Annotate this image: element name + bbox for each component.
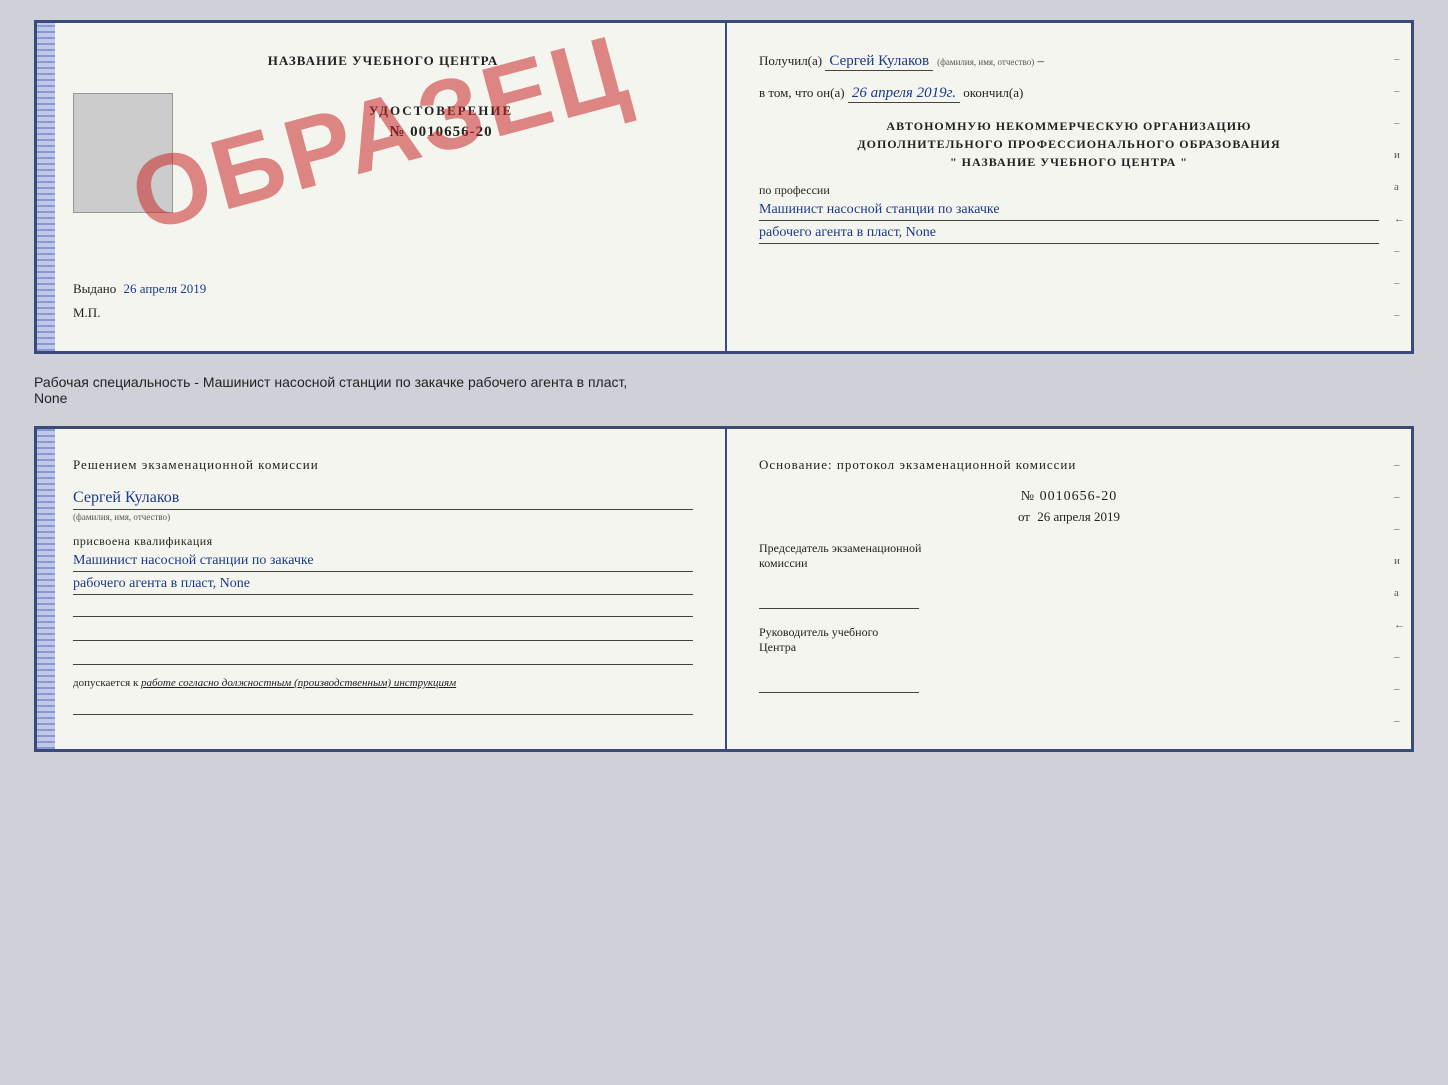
bdash3: –: [1394, 523, 1405, 535]
top-certificate-spread: НАЗВАНИЕ УЧЕБНОГО ЦЕНТРА УДОСТОВЕРЕНИЕ №…: [34, 20, 1414, 354]
cert-right-panel: Получил(а) Сергей Кулаков (фамилия, имя,…: [727, 23, 1411, 351]
received-label: Получил(а): [759, 53, 822, 69]
bdash7: –: [1394, 651, 1405, 663]
blank-line-1: [73, 599, 693, 617]
chairman-block: Председатель экзаменационной комиссии: [759, 541, 1379, 609]
org-line3: " НАЗВАНИЕ УЧЕБНОГО ЦЕНТРА ": [759, 153, 1379, 171]
received-line: Получил(а) Сергей Кулаков (фамилия, имя,…: [759, 53, 1379, 71]
head-label: Руководитель учебного Центра: [759, 625, 1379, 655]
protocol-date-value: 26 апреля 2019: [1037, 509, 1120, 524]
org-block: АВТОНОМНУЮ НЕКОММЕРЧЕСКУЮ ОРГАНИЗАЦИЮ ДО…: [759, 117, 1379, 171]
right-dashes-top: – – – и а ← – – –: [1394, 53, 1405, 321]
chairman-label1: Председатель экзаменационной: [759, 541, 921, 555]
photo-placeholder: [73, 93, 173, 213]
date-prefix: от: [1018, 509, 1030, 524]
dash7: –: [1394, 245, 1405, 257]
head-block: Руководитель учебного Центра: [759, 625, 1379, 693]
qualification-label: присвоена квалификация: [73, 534, 693, 549]
bottom-certificate-spread: Решением экзаменационной комиссии Сергей…: [34, 426, 1414, 752]
head-label2: Центра: [759, 640, 796, 654]
inner-qual-line2: рабочего агента в пласт, None: [73, 576, 693, 595]
name-hint-top: (фамилия, имя, отчество): [937, 57, 1034, 67]
profession-line2: рабочего агента в пласт, None: [759, 225, 1379, 244]
blank-line-3: [73, 647, 693, 665]
org-line2: ДОПОЛНИТЕЛЬНОГО ПРОФЕССИОНАЛЬНОГО ОБРАЗО…: [759, 135, 1379, 153]
org-line1: АВТОНОМНУЮ НЕКОММЕРЧЕСКУЮ ОРГАНИЗАЦИЮ: [759, 117, 1379, 135]
chairman-label: Председатель экзаменационной комиссии: [759, 541, 1379, 571]
head-label1: Руководитель учебного: [759, 625, 878, 639]
cert-issued-line: Выдано 26 апреля 2019: [73, 281, 693, 297]
mp-label: М.П.: [73, 305, 693, 321]
caption-block: Рабочая специальность - Машинист насосно…: [34, 370, 1414, 410]
cert-school-title: НАЗВАНИЕ УЧЕБНОГО ЦЕНТРА: [73, 53, 693, 69]
date-value: 26 апреля 2019г.: [848, 85, 960, 103]
basis-label: Основание: протокол экзаменационной коми…: [759, 457, 1379, 473]
dash3: –: [1394, 117, 1405, 129]
inner-right-panel: Основание: протокол экзаменационной коми…: [727, 429, 1411, 749]
dash9: –: [1394, 309, 1405, 321]
bdash6: ←: [1394, 619, 1405, 631]
dash1: –: [1394, 53, 1405, 65]
finished-label: окончил(а): [963, 85, 1023, 101]
profession-label: по профессии: [759, 183, 1379, 198]
issued-label: Выдано: [73, 281, 116, 296]
bottom-blank-line: [73, 697, 693, 715]
received-name: Сергей Кулаков: [825, 53, 933, 71]
allows-label: допускается к: [73, 677, 138, 689]
blank-line-2: [73, 623, 693, 641]
allows-work-block: допускается к работе согласно должностны…: [73, 677, 693, 689]
allows-text: работе согласно должностным (производств…: [141, 677, 456, 689]
dash4: и: [1394, 149, 1405, 161]
profession-line1: Машинист насосной станции по закачке: [759, 202, 1379, 221]
right-dashes-bottom: – – – и а ← – – –: [1394, 459, 1405, 727]
decision-label: Решением экзаменационной комиссии: [73, 457, 693, 473]
cert-number: № 0010656-20: [389, 124, 492, 140]
inner-left-panel: Решением экзаменационной комиссии Сергей…: [37, 429, 727, 749]
in-that-label: в том, что он(а): [759, 85, 845, 101]
protocol-number: № 0010656-20: [759, 489, 1379, 505]
chairman-label2: комиссии: [759, 556, 808, 570]
bdash9: –: [1394, 715, 1405, 727]
inner-name-hint: (фамилия, имя, отчество): [73, 512, 693, 522]
chairman-sig-line: [759, 591, 919, 609]
issued-date: 26 апреля 2019: [124, 281, 207, 296]
inner-qual-line1: Машинист насосной станции по закачке: [73, 553, 693, 572]
date-line: в том, что он(а) 26 апреля 2019г. окончи…: [759, 85, 1379, 103]
bdash1: –: [1394, 459, 1405, 471]
bdash5: а: [1394, 587, 1405, 599]
cert-document-label: УДОСТОВЕРЕНИЕ: [189, 103, 693, 119]
head-sig-line: [759, 675, 919, 693]
dash2: –: [1394, 85, 1405, 97]
protocol-date-line: от 26 апреля 2019: [759, 509, 1379, 525]
caption-text1: Рабочая специальность - Машинист насосно…: [34, 374, 1414, 390]
bdash4: и: [1394, 555, 1405, 567]
caption-text2: None: [34, 390, 1414, 406]
dash5: а: [1394, 181, 1405, 193]
inner-person-name: Сергей Кулаков: [73, 489, 693, 510]
bdash2: –: [1394, 491, 1405, 503]
dash6: ←: [1394, 213, 1405, 225]
dash8: –: [1394, 277, 1405, 289]
bdash8: –: [1394, 683, 1405, 695]
cert-left-panel: НАЗВАНИЕ УЧЕБНОГО ЦЕНТРА УДОСТОВЕРЕНИЕ №…: [37, 23, 727, 351]
